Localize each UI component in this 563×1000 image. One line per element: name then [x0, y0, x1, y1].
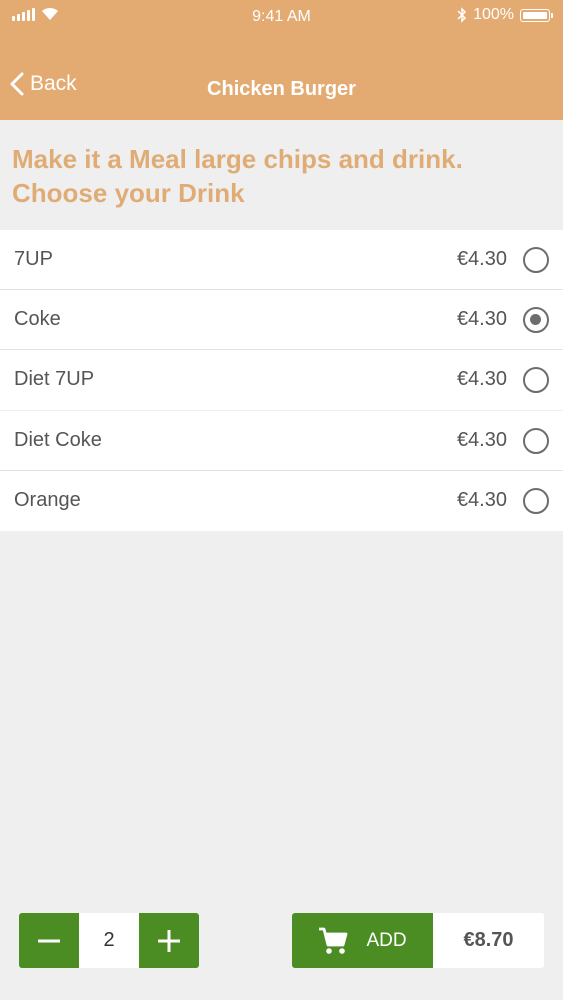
minus-icon [38, 939, 60, 942]
add-to-cart: ADD €8.70 [292, 913, 544, 968]
cart-icon [319, 927, 348, 954]
radio-button[interactable] [523, 247, 549, 273]
radio-button-selected[interactable] [523, 307, 549, 333]
page-title: Chicken Burger [207, 78, 356, 100]
battery-icon [520, 8, 550, 22]
option-price: €4.30 [456, 489, 507, 511]
bluetooth-icon [457, 7, 467, 23]
option-row-diet-7up[interactable]: Diet 7UP €4.30 [0, 350, 563, 410]
header-bar: 9:41 AM 100% Back Chicken Burger [0, 0, 563, 120]
radio-button[interactable] [523, 428, 549, 454]
quantity-value: 2 [79, 913, 139, 968]
option-price: €4.30 [456, 368, 507, 390]
status-bar: 9:41 AM 100% [0, 0, 563, 34]
quantity-stepper: 2 [19, 913, 199, 968]
radio-button[interactable] [523, 488, 549, 514]
battery-cap [551, 12, 553, 18]
option-name: Diet Coke [14, 429, 102, 451]
option-name: 7UP [14, 248, 53, 270]
add-label: ADD [366, 929, 407, 951]
option-list: Diet Coke €4.30 Orange €4.30 [0, 411, 563, 531]
decrement-button[interactable] [19, 913, 79, 968]
total-price: €8.70 [433, 913, 544, 968]
option-name: Diet 7UP [14, 368, 95, 390]
option-row-coke[interactable]: Coke €4.30 [0, 290, 563, 350]
option-price: €4.30 [456, 429, 507, 451]
option-price: €4.30 [456, 248, 507, 270]
option-row-orange[interactable]: Orange €4.30 [0, 471, 563, 531]
option-name: Orange [14, 489, 81, 511]
option-name: Coke [14, 308, 61, 330]
section-heading: Make it a Meal large chips and drink. Ch… [12, 144, 463, 208]
option-list: 7UP €4.30 Coke €4.30 Diet 7UP €4.30 [0, 230, 563, 410]
option-row-7up[interactable]: 7UP €4.30 [0, 230, 563, 290]
add-button[interactable]: ADD [292, 913, 433, 968]
option-row-diet-coke[interactable]: Diet Coke €4.30 [0, 411, 563, 471]
status-right: 100% [457, 6, 553, 24]
radio-button[interactable] [523, 367, 549, 393]
plus-icon [158, 929, 180, 952]
battery-percent: 100% [473, 6, 514, 23]
option-price: €4.30 [456, 308, 507, 330]
increment-button[interactable] [139, 913, 199, 968]
